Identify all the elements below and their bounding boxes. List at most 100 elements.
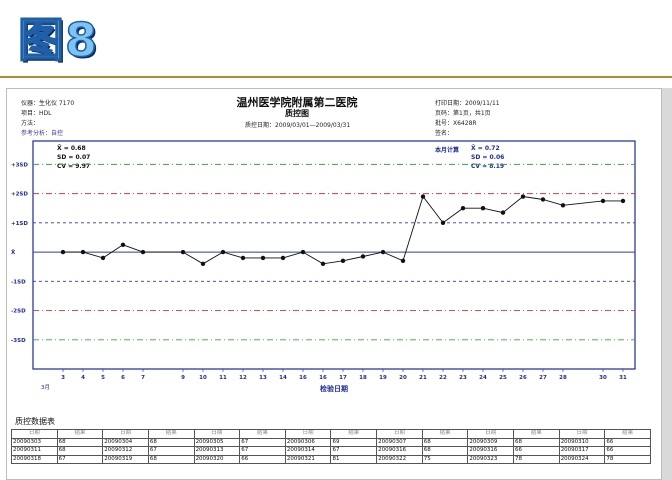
x-tick-label: 21 [419, 375, 427, 381]
table-cell: 78 [513, 454, 560, 464]
table-cell: 78 [604, 454, 651, 464]
table-cell: 67 [239, 437, 286, 447]
data-point [60, 249, 66, 255]
y-tick-label: -3SD [11, 338, 26, 344]
table-cell: 20090320 [193, 454, 241, 464]
table-cell: 67 [330, 446, 378, 456]
data-point [340, 258, 346, 264]
data-point [320, 261, 326, 266]
data-point [460, 206, 466, 211]
table-cell: 20090307 [376, 437, 423, 447]
qc-data-table: 日期 结果 日期 结果 日期 结果 日期 结果 日期 结果 日期 结果 日期 结果 20090303 68 2… [11, 429, 651, 464]
table-header-cell: 结果 [56, 429, 104, 439]
qc-chart: +3SD +2SD +1SD X̄ -1SD -2SD -3SD 3 4 5 6 7 9 10 11 12 13… [11, 140, 636, 393]
table-cell: 20090323 [467, 454, 515, 464]
table-row: 20090303 68 20090304 68 20090305 67 20090306 69… [11, 437, 651, 447]
x-tick-label: 13 [259, 375, 267, 381]
table-cell: 20090316 [376, 446, 423, 456]
table-cell: 66 [239, 454, 286, 464]
table-cell: 68 [56, 446, 104, 456]
table-cell: 20090314 [284, 446, 332, 456]
data-point [120, 242, 126, 247]
data-point [240, 255, 246, 261]
x-tick-label: 7 [141, 375, 145, 381]
y-tick-label: +2SD [11, 192, 28, 198]
table-cell: 20090312 [102, 446, 149, 456]
x-tick-label: 5 [101, 375, 105, 381]
table-cell: 66 [604, 446, 651, 456]
x-tick-label: 26 [519, 375, 527, 381]
data-point [500, 210, 506, 215]
x-tick-label: 27 [539, 375, 547, 381]
x-tick-label: 6 [121, 375, 125, 381]
data-point [540, 197, 546, 202]
table-cell: 67 [56, 454, 104, 464]
month-label: 3月 [41, 384, 50, 391]
table-cell: 75 [421, 454, 469, 464]
table-cell: 67 [147, 446, 195, 456]
table-cell: 68 [421, 446, 469, 456]
series-line [63, 195, 623, 265]
x-tick-label: 19 [379, 375, 387, 381]
data-point [220, 249, 226, 255]
x-tick-label: 23 [459, 375, 467, 381]
table-header-cell: 结果 [513, 429, 560, 439]
data-point [100, 255, 106, 261]
table-cell: 20090317 [558, 446, 606, 456]
table-cell: 20090324 [558, 454, 606, 464]
y-tick-label: +1SD [11, 221, 28, 227]
table-header-cell: 日期 [11, 429, 58, 439]
data-point [400, 258, 406, 264]
table-cell: 20090322 [376, 454, 423, 464]
table-title: 质控数据表 [15, 417, 55, 426]
table-header-cell: 结果 [604, 429, 651, 439]
table-header-cell: 日期 [467, 429, 515, 439]
table-cell: 20090319 [102, 454, 149, 464]
table-header-cell: 日期 [284, 429, 332, 439]
slide-title: 图8 [17, 13, 99, 67]
x-tick-label: 25 [499, 375, 507, 381]
table-cell: 68 [56, 437, 104, 447]
x-axis-label: 检验日期 [320, 384, 348, 393]
table-header-cell: 结果 [147, 429, 195, 439]
data-point [280, 255, 286, 261]
data-point [180, 249, 186, 255]
data-point [80, 249, 86, 255]
data-point [260, 255, 266, 261]
table-header-cell: 日期 [193, 429, 241, 439]
x-tick-label: 3 [61, 375, 65, 381]
table-header-cell: 结果 [239, 429, 286, 439]
data-point [520, 194, 526, 199]
data-point [380, 249, 386, 255]
table-cell: 20090318 [11, 454, 58, 464]
data-point [360, 254, 366, 259]
table-cell: 67 [239, 446, 286, 456]
data-point [440, 220, 446, 226]
x-tick-label: 16 [319, 375, 327, 381]
data-point [560, 203, 566, 208]
x-tick-label: 28 [559, 375, 567, 381]
data-point [200, 261, 206, 266]
x-tick-label: 18 [359, 375, 367, 381]
table-cell: 20090305 [193, 437, 241, 447]
x-tick-label: 4 [81, 375, 85, 381]
table-cell: 20090306 [284, 437, 332, 447]
x-tick-label: 12 [239, 375, 247, 381]
table-cell: 81 [330, 454, 378, 464]
window-edge [661, 88, 672, 480]
table-cell: 69 [330, 437, 378, 447]
table-cell: 20090304 [102, 437, 149, 447]
table-cell: 20090303 [11, 437, 58, 447]
y-tick-label: -1SD [11, 279, 26, 285]
qc-report-page: 仪器：生化仪 7170 项目：HDL 方法： 参考分析：自控 温州医学院附属第二… [6, 88, 662, 480]
x-tick-label: 24 [479, 375, 487, 381]
data-point [300, 249, 306, 255]
x-tick-label: 9 [181, 375, 185, 381]
table-cell: 20090313 [193, 446, 241, 456]
table-row: 20090318 67 20090319 68 20090320 66 20090321 81… [11, 454, 651, 464]
x-tick-label: 11 [219, 375, 227, 381]
table-cell: 20090321 [284, 454, 332, 464]
x-tick-label: 14 [279, 375, 287, 381]
table-header-cell: 日期 [376, 429, 423, 439]
y-tick-label: X̄ [11, 249, 16, 256]
